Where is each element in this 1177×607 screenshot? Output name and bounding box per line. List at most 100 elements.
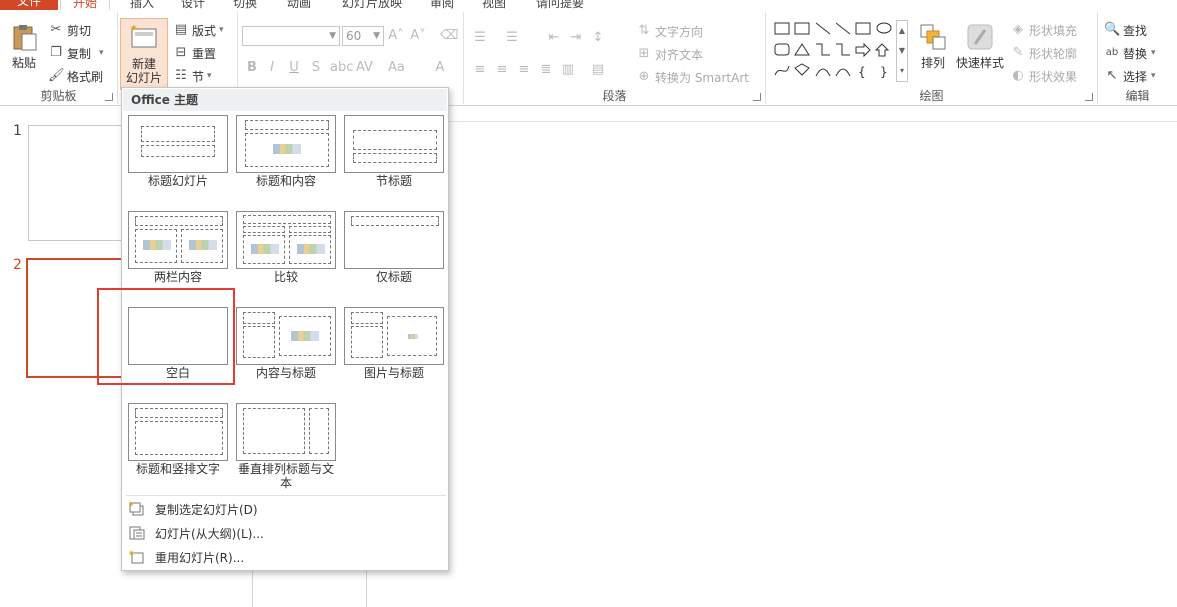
arrange-icon	[920, 24, 946, 50]
align-text-button[interactable]: ⊞ 对齐文本	[636, 44, 703, 64]
convert-smartart-button[interactable]: ⊕ 转换为 SmartArt	[636, 67, 749, 87]
replace-button[interactable]: ab 替换 ▾	[1104, 43, 1156, 63]
align-right-button[interactable]: ≡	[516, 60, 535, 80]
layout-title-slide[interactable]: 标题幻灯片	[126, 115, 230, 195]
font-size-value: 60	[346, 29, 362, 43]
layout-content-with-caption[interactable]: 内容与标题	[234, 307, 338, 387]
font-size-combo[interactable]: 60 ▼	[342, 26, 384, 46]
shapes-gallery-scroll[interactable]: ▲ ▼ ▾	[896, 20, 908, 82]
format-painter-button[interactable]: 🖌 格式刷	[48, 66, 103, 86]
highlight-annotation-box	[97, 288, 235, 385]
shapes-gallery[interactable]: {}	[772, 20, 902, 82]
layout-title-only[interactable]: 仅标题	[342, 211, 446, 291]
editing-group-label: 编辑	[1125, 89, 1150, 103]
clear-format-button[interactable]: ⌫	[440, 26, 459, 46]
layout-title-vertical-text[interactable]: 标题和竖排文字	[126, 403, 230, 483]
layout-section-header[interactable]: 节标题	[342, 115, 446, 195]
justify-button[interactable]: ≣	[538, 60, 557, 80]
columns-button[interactable]: ▤	[590, 60, 609, 80]
underline-button[interactable]: U	[286, 58, 305, 78]
layout-title-content[interactable]: 标题和内容	[234, 115, 338, 195]
italic-icon: I	[270, 60, 274, 75]
reset-button[interactable]: ⊟ 重置	[173, 43, 216, 63]
shadow-icon: S	[311, 60, 321, 75]
numbering-button[interactable]: ☰	[504, 28, 523, 48]
layout-comparison[interactable]: 比较	[234, 211, 338, 291]
section-button[interactable]: ☷ 节 ▾	[173, 66, 211, 86]
tab-tell-me[interactable]: 请问提要	[536, 0, 584, 10]
bullets-button[interactable]: ☰	[472, 28, 491, 48]
shrink-font-button[interactable]: A˅	[410, 26, 429, 46]
duplicate-slide-item[interactable]: ✷ 复制选定幻灯片(D)	[128, 498, 438, 520]
copy-button[interactable]: ❐ 复制 ▾	[48, 43, 103, 63]
paragraph-group: ☰ ☰ ⇤ ⇥ ↕ ≡ ≡ ≡ ≣ ▥ ▤ ⇅ 文字方向 ⊞ 对齐文本 ⊕ 转换为 S…	[464, 12, 766, 104]
layout-picture-with-caption[interactable]: 图片与标题	[342, 307, 446, 387]
outline-icon	[129, 526, 145, 540]
italic-button[interactable]: I	[264, 58, 283, 78]
shape-outline-button[interactable]: ✎ 形状轮廓	[1010, 43, 1077, 63]
cursor-icon: ↖	[1106, 68, 1118, 83]
font-family-combo[interactable]: ▼	[242, 26, 340, 46]
editing-group: 🔍 查找 ab 替换 ▾ ↖ 选择 ▾ 编辑	[1098, 12, 1177, 104]
font-color-button[interactable]: A	[432, 58, 451, 78]
clipboard-group-label: 剪贴板	[40, 89, 77, 103]
decrease-indent-button[interactable]: ⇤	[546, 28, 565, 48]
shape-fill-button[interactable]: ◈ 形状填充	[1010, 20, 1077, 40]
binoculars-icon: 🔍	[1104, 22, 1121, 37]
align-text-label: 对齐文本	[655, 47, 704, 62]
decrease-indent-icon: ⇤	[548, 30, 560, 45]
paragraph-launcher-icon[interactable]	[753, 93, 761, 101]
format-painter-label: 格式刷	[67, 69, 104, 84]
layout-two-content[interactable]: 两栏内容	[126, 211, 230, 291]
chevron-down-icon: ▼	[373, 31, 380, 41]
tab-insert[interactable]: 插入	[130, 0, 154, 10]
strikethrough-button[interactable]: abc	[330, 58, 353, 78]
char-spacing-button[interactable]: AV	[356, 58, 375, 78]
new-slide-button[interactable]: ✷ 新建 幻灯片	[120, 18, 168, 90]
tab-animations[interactable]: 动画	[287, 0, 311, 10]
drawing-launcher-icon[interactable]	[1085, 93, 1093, 101]
text-direction-button[interactable]: ⇅ 文字方向	[636, 21, 703, 41]
slides-from-outline-item[interactable]: 幻灯片(从大纲)(L)...	[128, 522, 438, 544]
cut-button[interactable]: ✂ 剪切	[48, 20, 91, 40]
reuse-slides-item[interactable]: ✷ 重用幻灯片(R)...	[128, 546, 438, 568]
select-button[interactable]: ↖ 选择 ▾	[1104, 66, 1156, 86]
grow-font-button[interactable]: A˄	[388, 26, 407, 46]
shape-effects-button[interactable]: ◐ 形状效果	[1010, 66, 1077, 86]
layout-label: 比较	[273, 270, 298, 284]
change-case-button[interactable]: Aa	[388, 58, 407, 78]
text-direction-label: 文字方向	[655, 24, 704, 39]
quick-styles-button[interactable]: 快速样式	[954, 22, 1006, 70]
tab-design[interactable]: 设计	[181, 0, 205, 10]
align-center-button[interactable]: ≡	[494, 60, 513, 80]
tab-transitions[interactable]: 切换	[233, 0, 257, 10]
layout-thumbnail	[128, 403, 228, 461]
content-placeholder-icon	[273, 144, 301, 154]
tab-review[interactable]: 审阅	[430, 0, 454, 10]
font-color-icon: A	[435, 60, 445, 75]
distributed-button[interactable]: ▥	[560, 60, 579, 80]
layout-vertical-title-text[interactable]: 垂直排列标题与文本	[234, 403, 338, 490]
find-button[interactable]: 🔍 查找	[1104, 20, 1147, 40]
layout-thumbnail	[236, 115, 336, 173]
layout-button[interactable]: ▤ 版式 ▾	[173, 20, 224, 40]
content-placeholder-icon	[189, 240, 217, 250]
tab-view[interactable]: 视图	[482, 0, 506, 10]
copy-icon: ❐	[50, 45, 62, 60]
paste-button[interactable]: 粘贴	[8, 22, 40, 70]
tab-file[interactable]: 文件	[0, 0, 58, 10]
arrange-button[interactable]: 排列	[916, 22, 950, 70]
bold-button[interactable]: B	[244, 58, 263, 78]
layout-label: 标题和竖排文字	[135, 462, 220, 476]
line-spacing-icon: ↕	[592, 30, 604, 45]
shadow-button[interactable]: S	[308, 58, 327, 78]
cut-label: 剪切	[67, 23, 92, 38]
line-spacing-button[interactable]: ↕	[590, 28, 609, 48]
tab-slideshow[interactable]: 幻灯片放映	[342, 0, 402, 10]
increase-indent-button[interactable]: ⇥	[568, 28, 587, 48]
tab-home[interactable]: 开始	[60, 0, 111, 10]
align-left-button[interactable]: ≡	[472, 60, 491, 80]
chevron-down-icon: ▾	[219, 25, 224, 35]
clipboard-launcher-icon[interactable]	[105, 93, 113, 101]
reuse-slides-icon: ✷	[128, 549, 144, 564]
